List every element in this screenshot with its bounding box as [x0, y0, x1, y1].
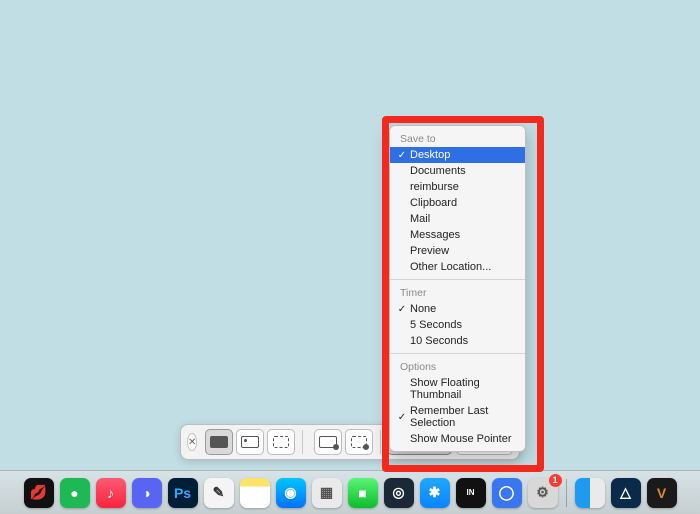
menu-item-label: Clipboard	[408, 197, 519, 209]
record-screen-icon	[319, 436, 337, 448]
capture-selection-button[interactable]	[267, 429, 295, 455]
ooni-app[interactable]: △	[611, 478, 641, 508]
menu-item-label: Messages	[408, 229, 519, 241]
timer-header: Timer	[390, 284, 525, 301]
photoshop-app[interactable]: Ps	[168, 478, 198, 508]
discord-app[interactable]: ◑	[132, 478, 162, 508]
menu-item-label: 10 Seconds	[408, 335, 519, 347]
menu-item-options-0[interactable]: Show Floating Thumbnail	[390, 375, 525, 403]
notes-app[interactable]	[240, 478, 270, 508]
steam-app[interactable]: ◎	[384, 478, 414, 508]
menu-item-label: 5 Seconds	[408, 319, 519, 331]
spotify-app[interactable]: ●	[60, 478, 90, 508]
menu-item-label: None	[408, 303, 519, 315]
dock: 💋●♪◑Ps✎ ◉▦■◎✱IN◯⚙1 △V	[0, 470, 700, 514]
menu-item-label: reimburse	[408, 181, 519, 193]
check-icon: ✓	[396, 304, 408, 315]
capture-mode-group	[205, 429, 295, 455]
notification-badge: 1	[549, 474, 562, 487]
menu-item-save-to-2[interactable]: reimburse	[390, 179, 525, 195]
menu-item-timer-0[interactable]: ✓None	[390, 301, 525, 317]
finder-app[interactable]	[575, 478, 605, 508]
menu-item-options-2[interactable]: Show Mouse Pointer	[390, 431, 525, 447]
screen-icon	[210, 436, 228, 448]
menu-item-label: Show Mouse Pointer	[408, 433, 519, 445]
check-icon: ✓	[396, 150, 408, 161]
menu-item-save-to-7[interactable]: Other Location...	[390, 259, 525, 275]
window-icon	[241, 436, 259, 448]
music-app[interactable]: ♪	[96, 478, 126, 508]
vermintide-app[interactable]: V	[647, 478, 677, 508]
menu-item-timer-1[interactable]: 5 Seconds	[390, 317, 525, 333]
menu-item-label: Remember Last Selection	[408, 405, 519, 429]
menu-item-label: Documents	[408, 165, 519, 177]
close-button[interactable]: ✕	[187, 433, 197, 451]
appstore-app[interactable]: ✱	[420, 478, 450, 508]
record-mode-group	[314, 429, 373, 455]
menu-item-save-to-3[interactable]: Clipboard	[390, 195, 525, 211]
menu-item-save-to-6[interactable]: Preview	[390, 243, 525, 259]
menu-item-save-to-0[interactable]: ✓Desktop	[390, 147, 525, 163]
facetime-app[interactable]: ■	[348, 478, 378, 508]
save-to-header: Save to	[390, 130, 525, 147]
menu-item-label: Mail	[408, 213, 519, 225]
menu-separator	[390, 353, 525, 354]
signal-app[interactable]: ◯	[492, 478, 522, 508]
menu-item-label: Other Location...	[408, 261, 519, 273]
menu-item-timer-2[interactable]: 10 Seconds	[390, 333, 525, 349]
options-menu: Save to ✓DesktopDocumentsreimburseClipbo…	[389, 125, 526, 452]
clipstudio-app[interactable]: ✎	[204, 478, 234, 508]
record-selection-icon	[351, 436, 367, 448]
capture-window-button[interactable]	[236, 429, 264, 455]
capture-entire-screen-button[interactable]	[205, 429, 233, 455]
menu-item-save-to-1[interactable]: Documents	[390, 163, 525, 179]
options-header: Options	[390, 358, 525, 375]
menu-item-label: Show Floating Thumbnail	[408, 377, 519, 401]
record-selection-button[interactable]	[345, 429, 373, 455]
record-entire-screen-button[interactable]	[314, 429, 342, 455]
menu-item-label: Desktop	[408, 149, 519, 161]
dock-separator	[566, 479, 567, 507]
settings-app[interactable]: ⚙1	[528, 478, 558, 508]
lips-app[interactable]: 💋	[24, 478, 54, 508]
launchpad-app[interactable]: ▦	[312, 478, 342, 508]
insider-app[interactable]: IN	[456, 478, 486, 508]
check-icon: ✓	[396, 412, 408, 423]
messenger-app[interactable]: ◉	[276, 478, 306, 508]
menu-item-save-to-5[interactable]: Messages	[390, 227, 525, 243]
menu-separator	[390, 279, 525, 280]
menu-item-save-to-4[interactable]: Mail	[390, 211, 525, 227]
menu-item-label: Preview	[408, 245, 519, 257]
selection-icon	[273, 436, 289, 448]
menu-item-options-1[interactable]: ✓Remember Last Selection	[390, 403, 525, 431]
